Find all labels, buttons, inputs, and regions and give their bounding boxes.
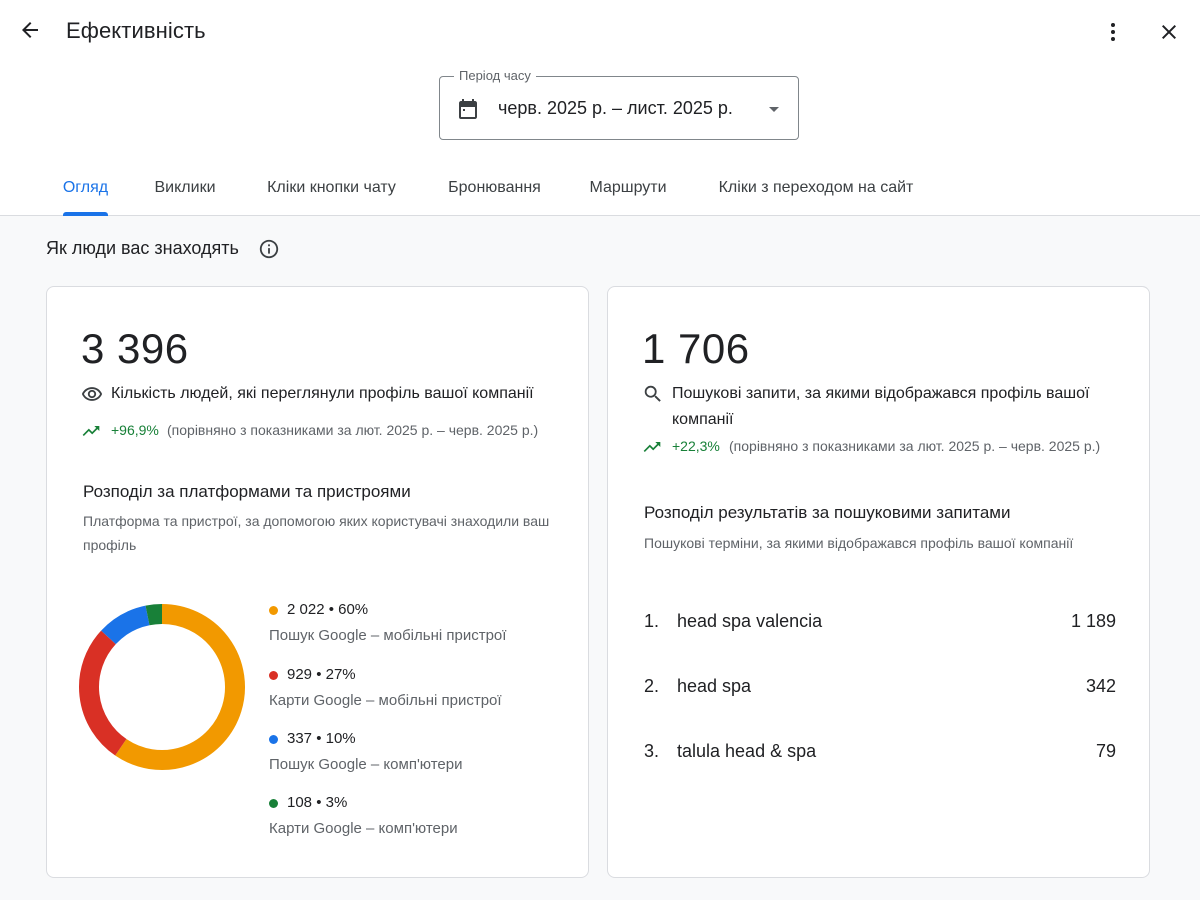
- platform-breakdown-title: Розподіл за платформами та пристроями: [83, 482, 411, 501]
- trending-up-icon: [82, 426, 100, 436]
- profile-views-trend-value: +96,9%: [111, 422, 159, 438]
- tab-directions[interactable]: Маршрути: [565, 160, 691, 216]
- search-term-rank: 2.: [644, 676, 660, 696]
- profile-views-card: 3 396 Кількість людей, які переглянули п…: [46, 286, 589, 878]
- profile-views-label: Кількість людей, які переглянули профіль…: [111, 385, 534, 402]
- search-term-count: 79: [1095, 741, 1116, 761]
- tab-overview[interactable]: Огляд: [40, 160, 131, 216]
- legend-item-mobile-search: 2 022 • 60% Пошук Google – мобільні прис…: [269, 601, 569, 647]
- donut-slice-mobile-search: [115, 604, 245, 770]
- dropdown-arrow-icon: [769, 107, 779, 112]
- tab-calls[interactable]: Виклики: [131, 160, 239, 216]
- legend-item-desktop-maps: 108 • 3% Карти Google – комп'ютери: [269, 794, 569, 840]
- legend-label: Пошук Google – мобільні пристрої: [269, 627, 507, 644]
- period-selector[interactable]: Період часу черв. 2025 р. – лист. 2025 р…: [439, 68, 799, 140]
- legend-dot-desktop-maps: [269, 799, 278, 808]
- profile-views-trend: +96,9% (порівняно з показниками за лют. …: [81, 421, 571, 443]
- searches-card: 1 706 Пошукові запити, за якими відображ…: [607, 286, 1150, 878]
- search-term-text: head spa valencia: [677, 611, 823, 631]
- legend-item-desktop-search: 337 • 10% Пошук Google – комп'ютери: [269, 730, 569, 776]
- legend-dot-mobile-search: [269, 606, 278, 615]
- profile-views-metric: Кількість людей, які переглянули профіль…: [81, 381, 571, 407]
- searches-trend: +22,3% (порівняно з показниками за лют. …: [642, 437, 1132, 459]
- search-icon: [644, 385, 661, 402]
- searches-label: Пошукові запити, за якими відображався п…: [672, 385, 1090, 428]
- legend-label: Карти Google – комп'ютери: [269, 820, 458, 837]
- platform-breakdown-desc: Платформа та пристрої, за допомогою яких…: [83, 513, 550, 553]
- legend-dot-mobile-maps: [269, 671, 278, 680]
- legend-value: 337 • 10%: [287, 730, 356, 747]
- close-icon: [1162, 25, 1176, 39]
- search-terms-title: Розподіл результатів за пошуковими запит…: [644, 503, 1011, 522]
- search-term-text: talula head & spa: [677, 741, 817, 761]
- legend-dot-desktop-search: [269, 735, 278, 744]
- tab-chat-clicks[interactable]: Кліки кнопки чату: [239, 160, 424, 216]
- legend-value: 929 • 27%: [287, 666, 356, 683]
- tab-bookings[interactable]: Бронювання: [424, 160, 565, 216]
- search-term-count: 342: [1085, 676, 1116, 696]
- search-term-rank: 3.: [644, 741, 660, 761]
- back-button[interactable]: [12, 12, 48, 48]
- searches-value: 1 706: [642, 325, 750, 372]
- section-title: Як люди вас знаходять: [46, 238, 239, 258]
- search-terms-desc: Пошукові терміни, за якими відображався …: [644, 535, 1074, 551]
- legend-item-mobile-maps: 929 • 27% Карти Google – мобільні пристр…: [269, 666, 569, 712]
- tab-website-clicks[interactable]: Кліки з переходом на сайт: [691, 160, 941, 216]
- close-button[interactable]: [1151, 14, 1187, 50]
- calendar-icon: [459, 99, 477, 119]
- header: Ефективність Період часу черв. 2025 р. –…: [0, 0, 1200, 216]
- searches-trend-compare: (порівняно з показниками за лют. 2025 р.…: [729, 438, 1101, 454]
- active-tab-indicator: [63, 212, 108, 216]
- trending-up-icon: [643, 442, 661, 452]
- platform-donut-chart: [79, 604, 245, 770]
- legend-value: 108 • 3%: [287, 794, 348, 811]
- search-term-count: 1 189: [1070, 611, 1116, 631]
- search-term-row: 1. head spa valencia 1 189: [644, 611, 1116, 641]
- profile-views-value: 3 396: [81, 325, 189, 372]
- donut-slice-desktop-search: [101, 605, 150, 645]
- legend-label: Карти Google – мобільні пристрої: [269, 692, 502, 709]
- donut-slice-mobile-maps: [79, 630, 127, 756]
- info-icon[interactable]: [258, 238, 280, 260]
- eye-icon: [81, 387, 103, 401]
- searches-trend-value: +22,3%: [672, 438, 720, 454]
- page-title: Ефективність: [66, 18, 206, 43]
- arrow-back-icon: [22, 22, 38, 38]
- more-vert-icon: [1111, 23, 1115, 41]
- period-value: черв. 2025 р. – лист. 2025 р.: [498, 98, 733, 118]
- more-options-button[interactable]: [1095, 14, 1131, 50]
- search-term-row: 2. head spa 342: [644, 676, 1116, 706]
- search-term-text: head spa: [677, 676, 752, 696]
- search-term-row: 3. talula head & spa 79: [644, 741, 1116, 771]
- legend-label: Пошук Google – комп'ютери: [269, 756, 463, 773]
- search-term-rank: 1.: [644, 611, 660, 631]
- searches-metric: Пошукові запити, за якими відображався п…: [642, 381, 1132, 433]
- donut-slice-desktop-maps: [145, 604, 163, 626]
- legend-value: 2 022 • 60%: [287, 601, 369, 618]
- period-label: Період часу: [454, 68, 536, 84]
- profile-views-trend-compare: (порівняно з показниками за лют. 2025 р.…: [167, 422, 539, 438]
